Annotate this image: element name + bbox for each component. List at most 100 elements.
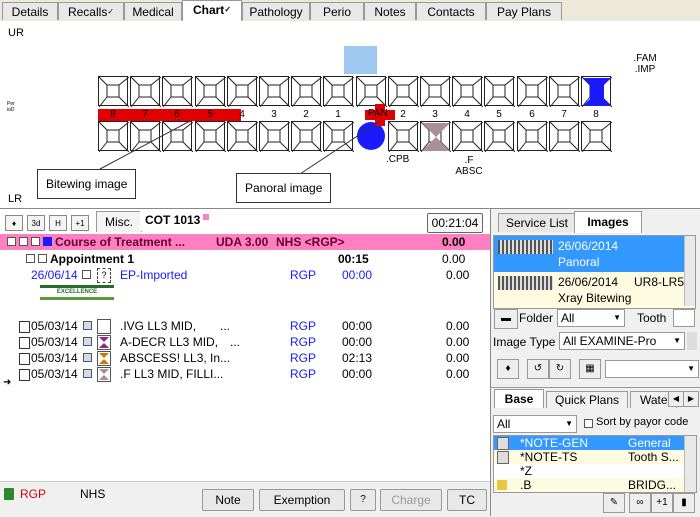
tab-label: Details xyxy=(11,5,49,19)
checkbox[interactable] xyxy=(19,237,28,246)
tab-base[interactable]: Base xyxy=(494,389,544,408)
tab-quick-plans[interactable]: Quick Plans xyxy=(546,391,628,408)
tab-pay-plans[interactable]: Pay Plans xyxy=(486,2,562,20)
course-value: 0.00 xyxy=(442,235,466,249)
pin-button[interactable]: ♦ xyxy=(497,359,519,379)
tab-chart[interactable]: Chart✓ xyxy=(182,0,242,22)
document-icon xyxy=(19,353,30,365)
sort-payor-label: Sort by payor code xyxy=(596,416,689,428)
check-icon: ✓ xyxy=(224,5,232,14)
tab-label: Perio xyxy=(322,5,351,19)
code-list: *NOTE-GEN General ... *NOTE-TS Tooth S..… xyxy=(493,435,697,493)
tab-misc[interactable]: Misc. xyxy=(96,211,142,232)
image-type-select[interactable]: All EXAMINE-Pro ▼ xyxy=(559,332,685,350)
sort-payor-checkbox[interactable] xyxy=(584,419,593,428)
rotate-right-button[interactable]: ↻ xyxy=(549,359,571,379)
row-date: 05/03/14 xyxy=(31,335,78,349)
checkbox[interactable] xyxy=(83,369,92,378)
pencil-icon xyxy=(497,437,509,450)
checkbox[interactable] xyxy=(38,254,47,263)
tooth-input[interactable] xyxy=(673,309,695,327)
tab-details[interactable]: Details xyxy=(2,2,58,20)
code-name: *NOTE-TS xyxy=(520,450,578,464)
camera-button[interactable]: ▬ xyxy=(494,309,518,329)
row-date: 26/06/14 xyxy=(31,268,78,282)
ep-row[interactable]: 26/06/14 ? EP-Imported RGP 00:00 0.00 xyxy=(0,267,490,283)
link-button[interactable]: ∞ xyxy=(629,493,651,513)
plus-one-button[interactable]: +1 xyxy=(71,215,89,231)
tooth-state-icon xyxy=(97,319,111,334)
checkbox[interactable] xyxy=(82,270,91,279)
help-button[interactable]: ? xyxy=(350,489,376,511)
document-icon xyxy=(19,337,30,349)
chevron-left-icon: ◀ xyxy=(672,394,680,403)
tab-scroll-right[interactable]: ▶ xyxy=(683,391,699,407)
procedure-row[interactable]: 05/03/14 .F LL3 MID, FILLI... RGP 00:00 … xyxy=(0,366,490,382)
collapse-icon[interactable] xyxy=(26,254,35,263)
divider xyxy=(491,387,700,388)
timer: 00:21:04 xyxy=(427,213,483,233)
dental-chart: UR LR PerioD 8765432112345678 .FAM .IMP … xyxy=(0,21,700,209)
note-button[interactable]: Note xyxy=(202,489,254,511)
checkbox[interactable] xyxy=(83,353,92,362)
exemption-button[interactable]: Exemption xyxy=(259,489,345,511)
view-select[interactable]: ▼ xyxy=(605,360,699,378)
pencil-icon xyxy=(497,451,509,464)
row-desc: EP-Imported xyxy=(120,268,188,282)
tab-cot[interactable]: COT 1013 xyxy=(140,209,223,231)
code-item[interactable]: *NOTE-TS Tooth S... xyxy=(494,450,684,464)
code-item[interactable]: .B BRIDG... xyxy=(494,478,684,492)
tab-notes[interactable]: Notes xyxy=(364,2,416,20)
collapse-icon[interactable] xyxy=(7,237,16,246)
image-item-bitewing[interactable]: 26/06/2014 UR8-LR5 Xray Bitewing xyxy=(494,272,684,306)
row-time: 00:00 xyxy=(342,335,373,349)
3d-button[interactable]: 3d xyxy=(27,215,45,231)
tab-scroll-left[interactable]: ◀ xyxy=(668,391,684,407)
row-provider: RGP xyxy=(290,268,317,282)
image-title: Xray Bitewing xyxy=(558,291,632,305)
row-desc: A-DECR LL3 MID, xyxy=(120,335,219,349)
tab-recalls[interactable]: Recalls✓ xyxy=(58,2,124,20)
grid-button[interactable]: ▦ xyxy=(579,359,601,379)
trash-icon[interactable] xyxy=(4,488,14,500)
tab-label: COT 1013 xyxy=(145,213,201,227)
tab-pathology[interactable]: Pathology xyxy=(242,2,310,20)
row-date: 05/03/14 xyxy=(31,319,78,333)
course-label: Course of Treatment ... xyxy=(55,235,186,249)
row-value: 0.00 xyxy=(446,319,470,333)
delete-button[interactable]: ▮ xyxy=(673,493,695,513)
checkbox[interactable] xyxy=(83,337,92,346)
scrollbar[interactable] xyxy=(684,236,695,306)
tab-service-list[interactable]: Service List xyxy=(498,213,576,232)
nav-button[interactable]: ♦ xyxy=(5,215,23,231)
code-desc: Tooth S... xyxy=(628,450,679,464)
code-item[interactable]: *Z xyxy=(494,464,684,478)
excellence-logo: EXCELLENCE xyxy=(40,285,114,303)
row-provider: RGP xyxy=(290,335,317,349)
code-item[interactable]: *NOTE-GEN General ... xyxy=(494,436,684,464)
row-value: 0.00 xyxy=(446,351,470,365)
tab-label: Pathology xyxy=(249,5,303,19)
image-item-panoral[interactable]: 26/06/2014 Panoral xyxy=(494,236,684,272)
procedure-row[interactable]: 05/03/14 ABSCESS! LL3, In... RGP 02:13 0… xyxy=(0,350,490,366)
course-row[interactable]: Course of Treatment ... UDA 3.00 NHS <RG… xyxy=(0,234,490,250)
folder-select[interactable]: All ▼ xyxy=(557,309,625,327)
tab-contacts[interactable]: Contacts xyxy=(416,2,486,20)
rotate-left-button[interactable]: ↺ xyxy=(527,359,549,379)
tab-perio[interactable]: Perio xyxy=(310,2,364,20)
charge-button[interactable]: Charge xyxy=(380,489,442,511)
appointment-row[interactable]: Appointment 1 00:15 0.00 xyxy=(0,251,490,267)
tools-button[interactable]: ✎ xyxy=(603,493,625,513)
procedure-row[interactable]: 05/03/14 A-DECR LL3 MID, ... RGP 00:00 0… xyxy=(0,334,490,350)
add-one-button[interactable]: +1 xyxy=(651,493,673,513)
filter-select[interactable]: All ▼ xyxy=(493,415,577,433)
tab-medical[interactable]: Medical xyxy=(124,2,182,20)
checkbox[interactable] xyxy=(31,237,40,246)
h-button[interactable]: H xyxy=(49,215,67,231)
tc-button[interactable]: TC xyxy=(447,489,487,511)
scrollbar[interactable] xyxy=(684,436,696,492)
tab-images[interactable]: Images xyxy=(574,211,642,233)
chevron-right-icon: ▶ xyxy=(687,394,695,403)
checkbox[interactable] xyxy=(83,321,92,330)
procedure-row[interactable]: 05/03/14 .IVG LL3 MID, ... RGP 00:00 0.0… xyxy=(0,318,490,334)
